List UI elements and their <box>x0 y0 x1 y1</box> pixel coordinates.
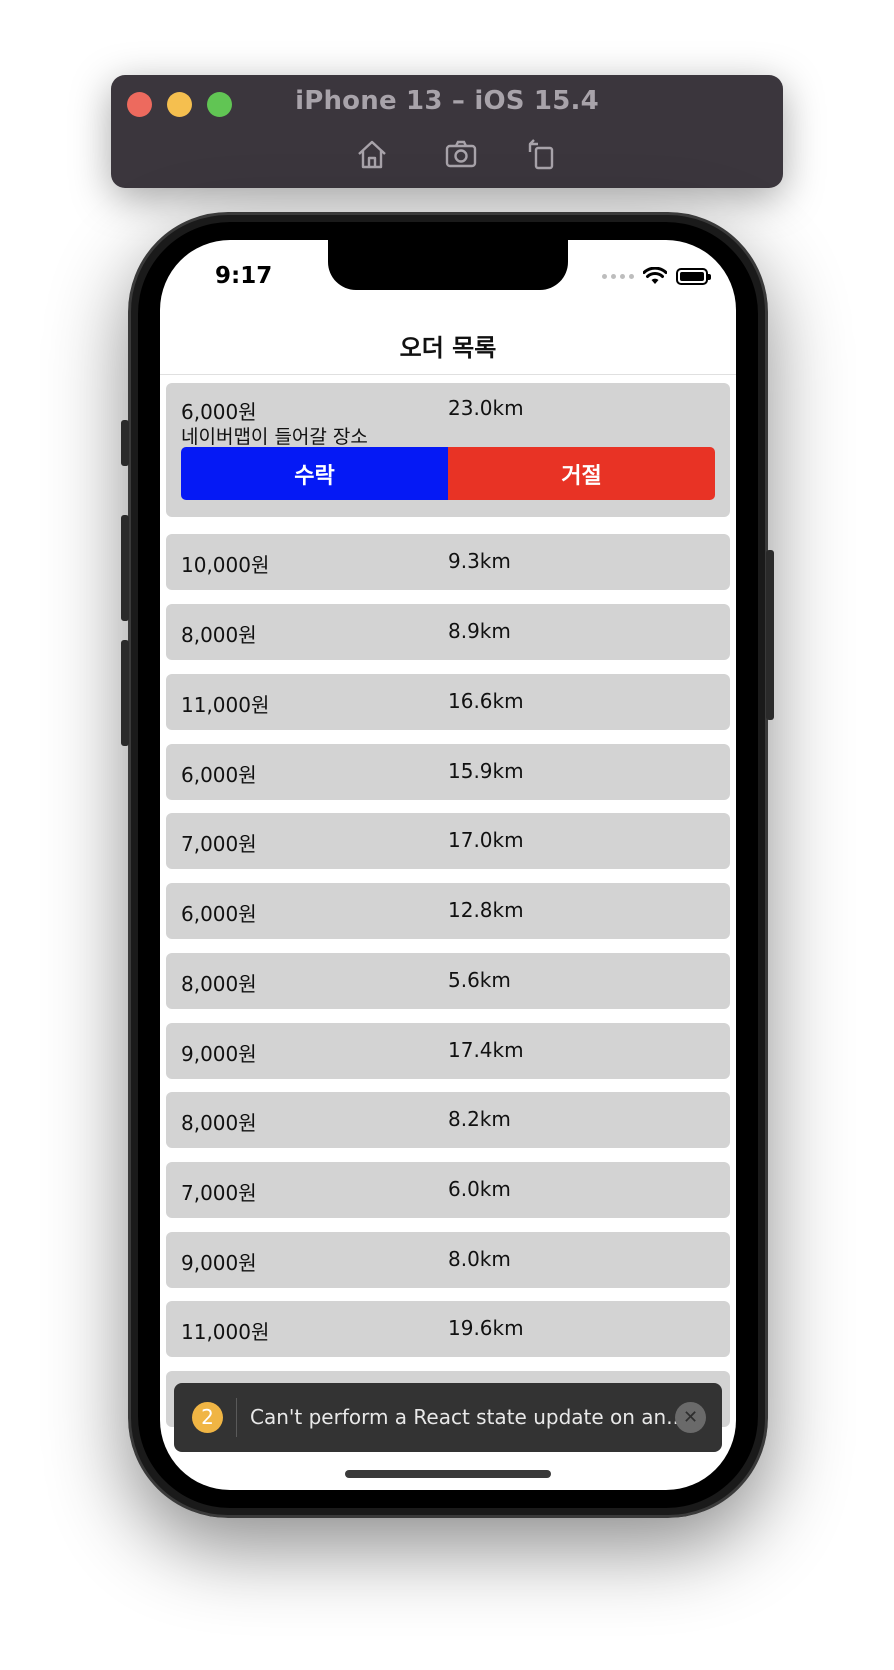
status-time: 9:17 <box>215 263 273 289</box>
order-price: 8,000원 <box>181 623 257 647</box>
order-card[interactable]: 10,000원 9.3km <box>166 534 730 590</box>
notch <box>328 240 568 290</box>
order-price: 9,000원 <box>181 1251 257 1275</box>
order-card[interactable]: 8,000원 8.9km <box>166 604 730 660</box>
order-distance: 12.8km <box>448 898 524 922</box>
status-indicators <box>602 266 711 286</box>
order-card[interactable]: 9,000원 17.4km <box>166 1023 730 1079</box>
wifi-icon <box>643 267 667 284</box>
accept-button[interactable]: 수락 <box>181 447 448 500</box>
order-card[interactable]: 9,000원 8.0km <box>166 1232 730 1288</box>
order-distance: 5.6km <box>448 968 511 992</box>
order-price: 9,000원 <box>181 1042 257 1066</box>
order-card[interactable]: 6,000원 15.9km <box>166 744 730 800</box>
order-card[interactable]: 11,000원 19.6km <box>166 1301 730 1357</box>
order-card[interactable]: 8,000원 8.2km <box>166 1092 730 1148</box>
order-card[interactable]: 6,000원 12.8km <box>166 883 730 939</box>
order-price: 11,000원 <box>181 1320 270 1344</box>
order-distance: 9.3km <box>448 549 511 573</box>
order-distance: 19.6km <box>448 1316 524 1340</box>
order-price: 10,000원 <box>181 553 270 577</box>
order-list[interactable]: 6,000원 23.0km 네이버맵이 들어갈 장소 수락 거절 10,000원… <box>166 383 730 1490</box>
volume-down-button <box>121 640 129 746</box>
order-price: 7,000원 <box>181 1181 257 1205</box>
order-price: 8,000원 <box>181 1111 257 1135</box>
toast-divider <box>236 1398 237 1437</box>
order-distance: 8.2km <box>448 1107 511 1131</box>
reject-button[interactable]: 거절 <box>448 447 715 500</box>
order-price: 6,000원 <box>181 902 257 926</box>
order-distance: 17.0km <box>448 828 524 852</box>
phone-screen: 9:17 오더 목록 6,000원 23.0km 네이버맵이 들어갈 장소 수락… <box>160 240 736 1490</box>
order-price: 11,000원 <box>181 693 270 717</box>
warning-toast[interactable]: 2 Can't perform a React state update on … <box>174 1383 722 1452</box>
simulator-title: iPhone 13 – iOS 15.4 <box>295 86 599 116</box>
power-button <box>766 550 774 720</box>
order-distance: 17.4km <box>448 1038 524 1062</box>
warning-count-badge: 2 <box>192 1402 223 1433</box>
signal-icon <box>602 273 634 279</box>
rotate-icon[interactable] <box>524 136 560 172</box>
order-price: 7,000원 <box>181 832 257 856</box>
order-distance: 16.6km <box>448 689 524 713</box>
order-card[interactable]: 11,000원 16.6km <box>166 674 730 730</box>
mute-switch <box>121 420 129 466</box>
divider <box>160 374 736 375</box>
order-action-row: 수락 거절 <box>181 447 715 500</box>
order-price: 8,000원 <box>181 972 257 996</box>
order-distance: 6.0km <box>448 1177 511 1201</box>
order-price: 6,000원 <box>181 400 257 424</box>
volume-up-button <box>121 515 129 621</box>
close-icon[interactable]: ✕ <box>675 1402 706 1433</box>
screenshot-icon[interactable] <box>443 136 479 172</box>
toast-message: Can't perform a React state update on an… <box>250 1405 686 1429</box>
order-distance: 23.0km <box>448 396 524 420</box>
home-icon[interactable] <box>354 136 390 172</box>
order-distance: 8.0km <box>448 1247 511 1271</box>
order-card[interactable]: 7,000원 6.0km <box>166 1162 730 1218</box>
order-distance: 8.9km <box>448 619 511 643</box>
order-card[interactable]: 7,000원 17.0km <box>166 813 730 869</box>
order-card-expanded[interactable]: 6,000원 23.0km 네이버맵이 들어갈 장소 수락 거절 <box>166 383 730 517</box>
page-title: 오더 목록 <box>399 334 497 362</box>
home-indicator[interactable] <box>345 1470 551 1478</box>
order-distance: 15.9km <box>448 759 524 783</box>
order-place: 네이버맵이 들어갈 장소 <box>181 426 368 448</box>
battery-icon <box>676 267 711 285</box>
order-price: 6,000원 <box>181 763 257 787</box>
order-card[interactable]: 8,000원 5.6km <box>166 953 730 1009</box>
